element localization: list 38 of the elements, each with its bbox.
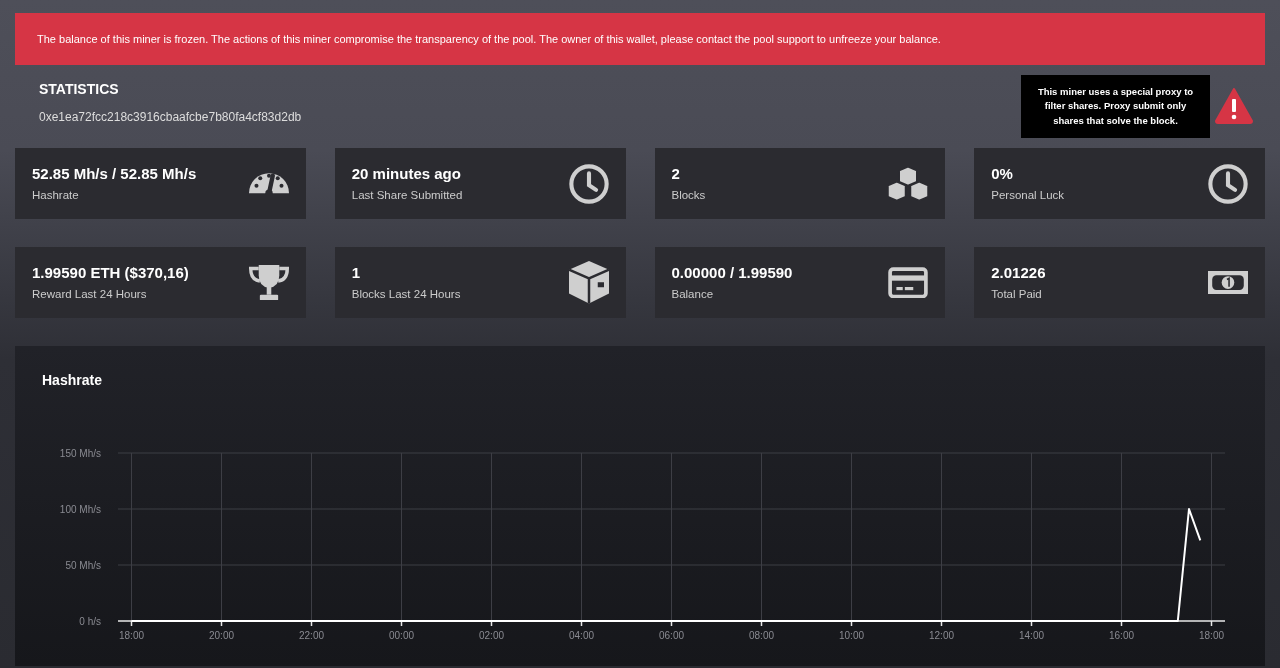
y-axis-label: 50 Mh/s — [65, 560, 101, 571]
x-axis-label: 06:00 — [659, 630, 684, 641]
stat-value: 2.01226 — [991, 262, 1046, 283]
x-axis-label: 02:00 — [479, 630, 504, 641]
y-axis-label: 100 Mh/s — [59, 504, 101, 515]
stat-label: Balance — [671, 287, 715, 303]
x-axis-label: 18:00 — [119, 630, 144, 641]
stat-value: 20 minutes ago — [351, 163, 462, 184]
section-title: STATISTICS — [39, 80, 119, 99]
chart-title: Hashrate — [42, 371, 102, 390]
stat-label: Blocks Last 24 Hours — [351, 287, 461, 303]
stat-value: 2 — [671, 163, 681, 184]
stat-value: 1.99590 ETH ($370,16) — [32, 262, 189, 283]
stat-label: Personal Luck — [991, 188, 1065, 204]
x-axis-label: 04:00 — [569, 630, 594, 641]
x-axis-label: 00:00 — [389, 630, 414, 641]
x-axis-label: 10:00 — [839, 630, 864, 641]
stat-label: Reward Last 24 Hours — [32, 287, 148, 303]
x-axis-label: 22:00 — [299, 630, 324, 641]
alert-banner: The balance of this miner is frozen. The actions of this miner compromise the transparency of the pool. The owner of this wallet, please contact the pool support to unfreeze your balance. — [15, 13, 1265, 65]
wallet-address: 0xe1ea72fcc218c3916cbaafcbe7b80fa4cf83d2db — [39, 109, 302, 126]
y-axis-label: 0 h/s — [79, 616, 101, 627]
stat-value: 0% — [991, 163, 1014, 184]
x-axis-label: 12:00 — [929, 630, 954, 641]
stat-label: Last Share Submitted — [351, 188, 463, 204]
x-axis-label: 16:00 — [1109, 630, 1134, 641]
tooltip: This miner uses a special proxy to filter shares. Proxy submit only shares that solve the block. — [1021, 75, 1210, 138]
stat-label: Hashrate — [32, 188, 80, 204]
x-axis-label: 08:00 — [749, 630, 774, 641]
stat-label: Total Paid — [991, 287, 1043, 303]
x-axis-label: 18:00 — [1199, 630, 1224, 641]
stat-label: Blocks — [671, 188, 706, 204]
x-axis-label: 20:00 — [209, 630, 234, 641]
stat-value: 0.00000 / 1.99590 — [671, 262, 793, 283]
stat-value: 52.85 Mh/s / 52.85 Mh/s — [32, 163, 197, 184]
y-axis-label: 150 Mh/s — [59, 448, 101, 459]
x-axis-label: 14:00 — [1019, 630, 1044, 641]
stat-value: 1 — [351, 262, 362, 283]
